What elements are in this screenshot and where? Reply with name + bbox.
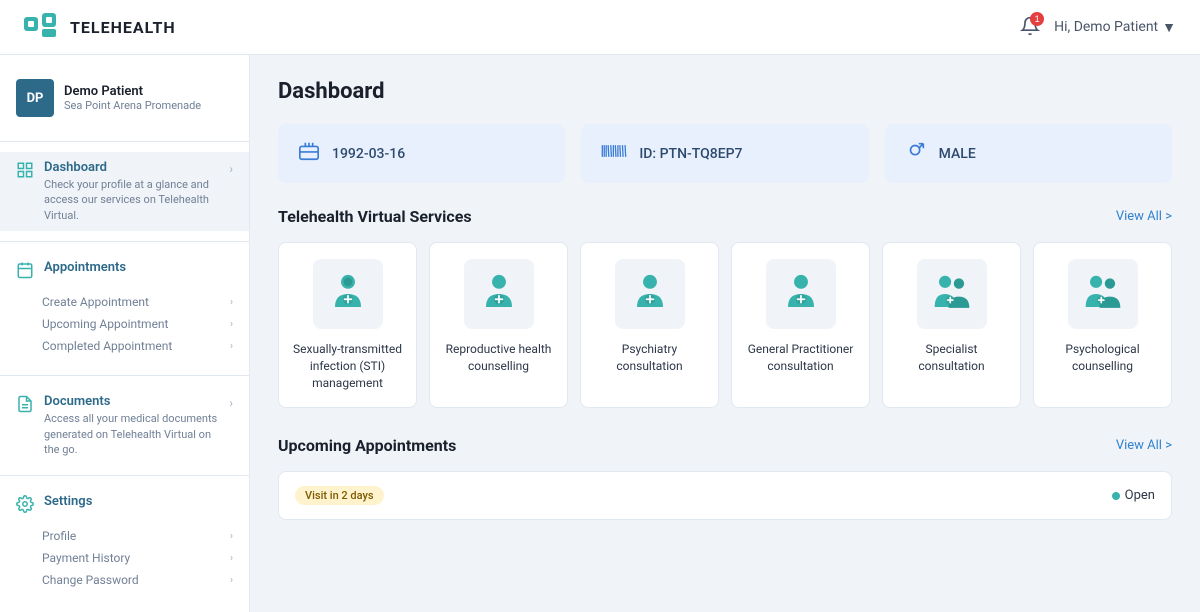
- service-label-psychiatry: Psychiatry consultation: [591, 341, 708, 375]
- sidebar-item-payment-history[interactable]: Payment History ›: [42, 547, 249, 569]
- appointments-title: Upcoming Appointments: [278, 436, 456, 455]
- service-label-gp: General Practitioner consultation: [742, 341, 859, 375]
- appointment-status: Open: [1112, 488, 1155, 503]
- chevron-right-icon: ›: [230, 341, 233, 352]
- chevron-right-icon: ›: [230, 297, 233, 308]
- services-view-all[interactable]: View All >: [1116, 209, 1172, 224]
- chevron-right-icon: ›: [230, 319, 233, 330]
- service-icon-psychiatry: [615, 259, 685, 329]
- gender-icon: [905, 140, 927, 167]
- main-content: Dashboard 1992-03-16: [250, 55, 1200, 612]
- chevron-right-icon: ›: [230, 531, 233, 542]
- dob-text: 1992-03-16: [332, 146, 405, 162]
- user-name: Demo Patient: [64, 84, 201, 99]
- notification-button[interactable]: 1: [1020, 16, 1040, 39]
- service-icon-psychological: [1068, 259, 1138, 329]
- calendar-icon: [16, 261, 34, 283]
- sidebar-item-change-password[interactable]: Change Password ›: [42, 569, 249, 591]
- logo: TELEHEALTH: [24, 13, 176, 41]
- info-card-gender: MALE: [885, 124, 1172, 183]
- service-icon-specialist: [917, 259, 987, 329]
- service-icon-sti: [313, 259, 383, 329]
- user-location: Sea Point Arena Promenade: [64, 99, 201, 112]
- services-grid: Sexually-transmitted infection (STI) man…: [278, 242, 1172, 408]
- avatar: DP: [16, 79, 54, 117]
- sidebar-item-appointments[interactable]: Appointments: [0, 252, 249, 291]
- service-label-sti: Sexually-transmitted infection (STI) man…: [289, 341, 406, 391]
- main-layout: DP Demo Patient Sea Point Arena Promenad…: [0, 55, 1200, 612]
- services-section-header: Telehealth Virtual Services View All >: [278, 207, 1172, 226]
- barcode-icon: [601, 141, 627, 166]
- info-card-dob: 1992-03-16: [278, 124, 565, 183]
- user-greeting[interactable]: Hi, Demo Patient ▼: [1054, 19, 1176, 36]
- documents-label: Documents: [44, 394, 219, 409]
- settings-label: Settings: [44, 494, 233, 509]
- chevron-right-icon: ›: [230, 553, 233, 564]
- service-label-reproductive: Reproductive health counselling: [440, 341, 557, 375]
- dashboard-label: Dashboard: [44, 160, 219, 175]
- sidebar-item-dashboard[interactable]: Dashboard Check your profile at a glance…: [0, 152, 249, 231]
- sidebar-section-documents: Documents Access all your medical docume…: [0, 380, 249, 471]
- sidebar-item-create-appointment[interactable]: Create Appointment ›: [42, 291, 249, 313]
- sidebar: DP Demo Patient Sea Point Arena Promenad…: [0, 55, 250, 612]
- sidebar-section-dashboard: Dashboard Check your profile at a glance…: [0, 146, 249, 237]
- sidebar-section-appointments: Appointments Create Appointment › Upcomi…: [0, 246, 249, 371]
- documents-subtext: Access all your medical documents genera…: [44, 411, 219, 457]
- service-card-psychological[interactable]: Psychological counselling: [1033, 242, 1172, 408]
- notification-badge: 1: [1030, 12, 1044, 26]
- service-card-specialist[interactable]: Specialist consultation: [882, 242, 1021, 408]
- sidebar-section-settings: Settings Profile › Payment History › Cha…: [0, 480, 249, 605]
- gender-text: MALE: [939, 146, 976, 162]
- sidebar-item-profile[interactable]: Profile ›: [42, 525, 249, 547]
- appointments-label: Appointments: [44, 260, 233, 275]
- app-header: TELEHEALTH 1 Hi, Demo Patient ▼: [0, 0, 1200, 55]
- service-card-sti[interactable]: Sexually-transmitted infection (STI) man…: [278, 242, 417, 408]
- sidebar-item-completed-appointment[interactable]: Completed Appointment ›: [42, 335, 249, 357]
- services-title: Telehealth Virtual Services: [278, 207, 472, 226]
- service-label-specialist: Specialist consultation: [893, 341, 1010, 375]
- service-card-psychiatry[interactable]: Psychiatry consultation: [580, 242, 719, 408]
- sidebar-item-documents[interactable]: Documents Access all your medical docume…: [0, 386, 249, 465]
- service-label-psychological: Psychological counselling: [1044, 341, 1161, 375]
- document-icon: [16, 395, 34, 417]
- user-card: DP Demo Patient Sea Point Arena Promenad…: [0, 71, 249, 137]
- page-title: Dashboard: [278, 79, 1172, 104]
- info-cards: 1992-03-16 ID: PTN-TQ8: [278, 124, 1172, 183]
- chevron-right-icon: ›: [229, 162, 233, 176]
- service-card-reproductive[interactable]: Reproductive health counselling: [429, 242, 568, 408]
- appointment-row[interactable]: Visit in 2 days Open: [278, 471, 1172, 520]
- dashboard-subtext: Check your profile at a glance and acces…: [44, 177, 219, 223]
- service-icon-gp: [766, 259, 836, 329]
- birthday-icon: [298, 140, 320, 167]
- appointments-view-all[interactable]: View All >: [1116, 438, 1172, 453]
- chevron-right-icon: ›: [229, 396, 233, 410]
- appointment-badge: Visit in 2 days: [295, 486, 384, 505]
- sidebar-item-upcoming-appointment[interactable]: Upcoming Appointment ›: [42, 313, 249, 335]
- status-dot-icon: [1112, 492, 1120, 500]
- logo-text: TELEHEALTH: [70, 18, 176, 37]
- logo-icon: [24, 13, 60, 41]
- service-card-gp[interactable]: General Practitioner consultation: [731, 242, 870, 408]
- service-icon-reproductive: [464, 259, 534, 329]
- info-card-id: ID: PTN-TQ8EP7: [581, 124, 868, 183]
- header-right: 1 Hi, Demo Patient ▼: [1020, 16, 1176, 39]
- gear-icon: [16, 495, 34, 517]
- appointments-section-header: Upcoming Appointments View All >: [278, 436, 1172, 455]
- id-text: ID: PTN-TQ8EP7: [639, 146, 742, 162]
- sidebar-item-settings[interactable]: Settings: [0, 486, 249, 525]
- chevron-right-icon: ›: [230, 575, 233, 586]
- grid-icon: [16, 161, 34, 183]
